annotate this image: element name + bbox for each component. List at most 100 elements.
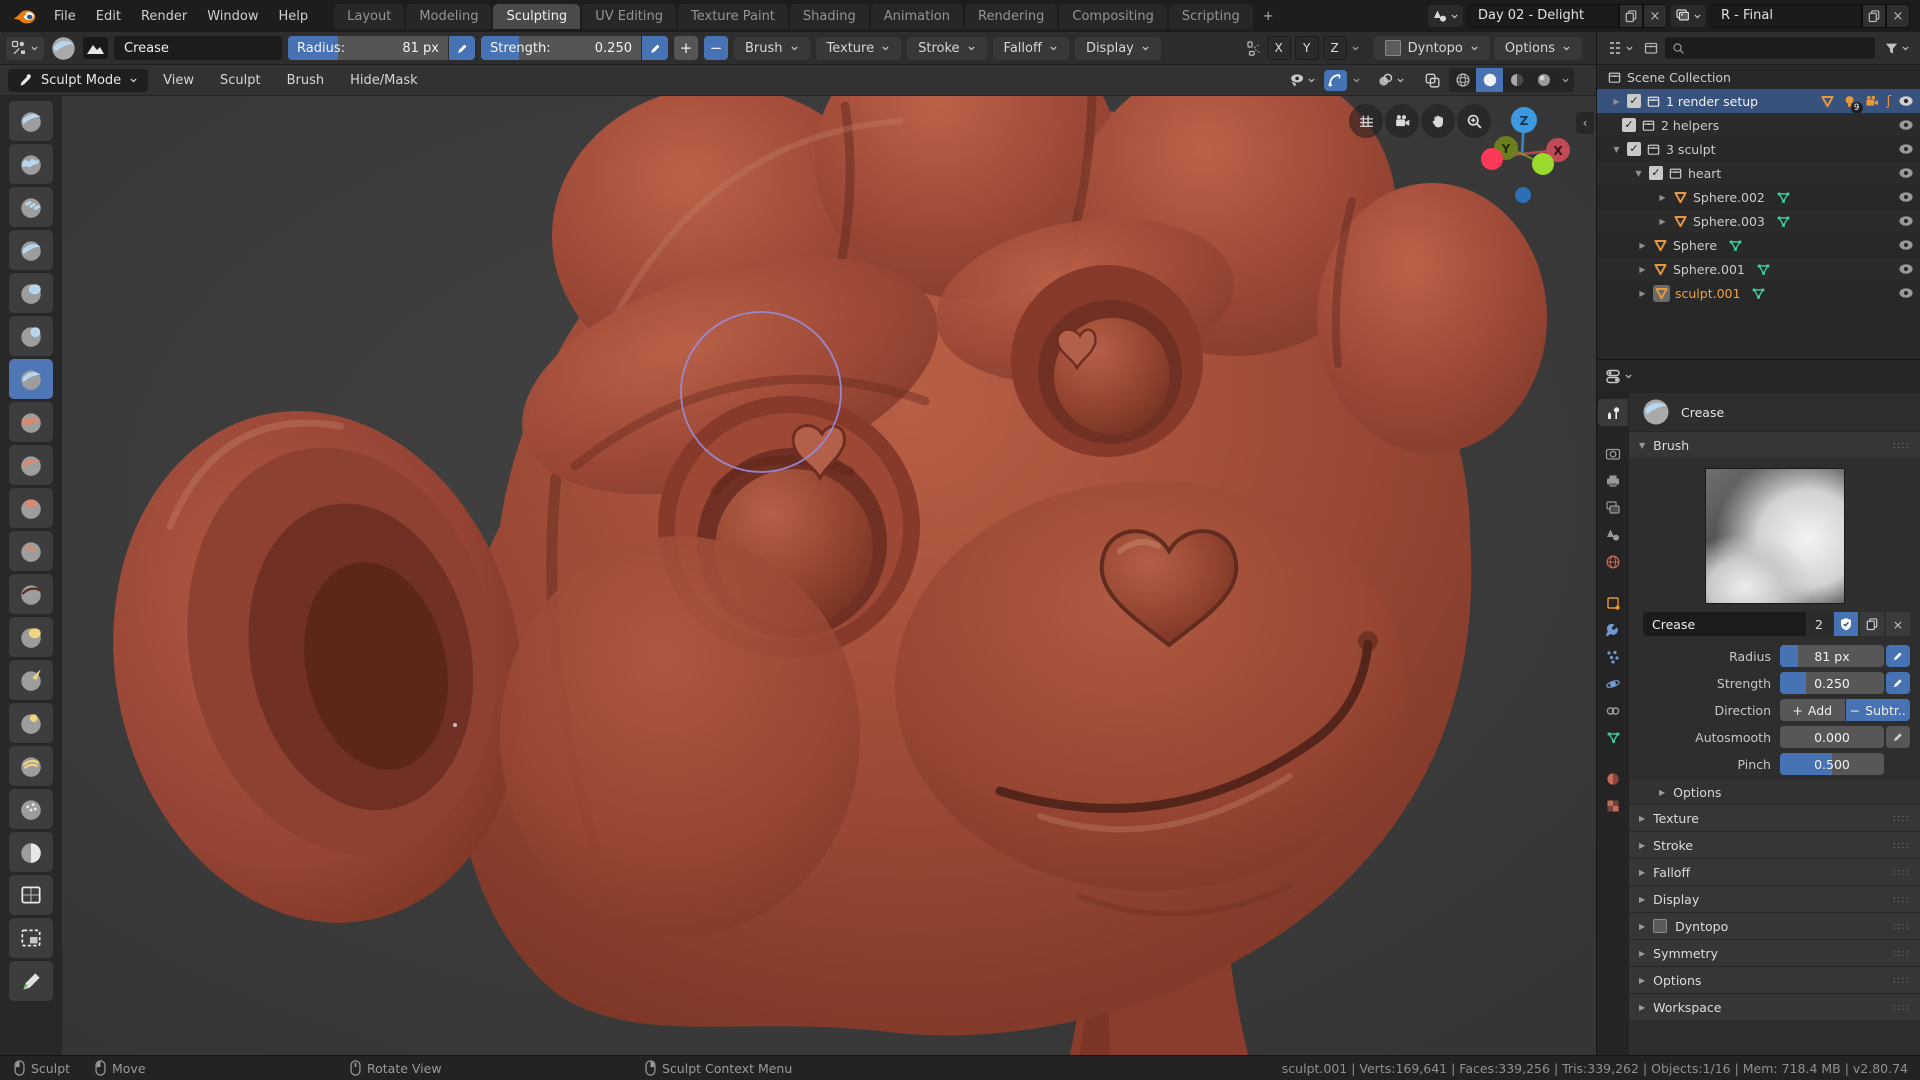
strength-pressure-toggle[interactable] [1886, 672, 1910, 694]
tab-rendering[interactable]: Rendering [965, 3, 1058, 29]
workspace-panel-header[interactable]: ▶ Workspace:::: [1629, 993, 1920, 1020]
eye-icon[interactable] [1898, 261, 1914, 277]
toolbar-brush-smooth[interactable] [9, 402, 53, 442]
menu-render[interactable]: Render [131, 6, 197, 27]
tab-modifiers[interactable] [1598, 616, 1628, 643]
panel-drag-handle[interactable]: :::: [1893, 975, 1910, 986]
eye-icon[interactable] [1898, 285, 1914, 301]
view-layer-selector-button[interactable] [1671, 5, 1706, 27]
expand-arrow-icon[interactable]: ▶ [1657, 217, 1668, 226]
symmetry-panel-header[interactable]: ▶ Symmetry:::: [1629, 939, 1920, 966]
brush-popover[interactable]: Brush [734, 36, 810, 60]
mirror-x-toggle[interactable]: X [1266, 36, 1291, 60]
options-panel-header[interactable]: ▶ Options:::: [1629, 966, 1920, 993]
tab-active-tool[interactable] [1598, 399, 1628, 426]
expand-arrow-icon[interactable]: ▶ [1657, 193, 1668, 202]
blender-logo-icon[interactable] [12, 5, 38, 27]
collapse-arrow-icon[interactable]: ▼ [1633, 169, 1644, 178]
brush-name-field[interactable]: Crease [1643, 612, 1806, 636]
expand-arrow-icon[interactable]: ▶ [1637, 241, 1648, 250]
toolbar-brush-simplify[interactable] [9, 789, 53, 829]
tab-scene[interactable] [1598, 521, 1628, 548]
tab-layout[interactable]: Layout [334, 3, 405, 29]
direction-subtract-button[interactable]: − Subtr.. [1845, 699, 1910, 721]
sidebar-collapse-button[interactable]: ‹ [1576, 112, 1594, 134]
radius-pressure-toggle[interactable] [449, 36, 475, 60]
tab-animation[interactable]: Animation [870, 3, 963, 29]
menu-file[interactable]: File [44, 6, 86, 27]
sculpt-canvas[interactable] [0, 96, 1596, 1055]
tab-physics[interactable] [1598, 670, 1628, 697]
toolbar-brush-flatten[interactable] [9, 445, 53, 485]
panel-drag-handle[interactable]: :::: [1893, 440, 1910, 451]
toolbar-brush-rotate[interactable] [9, 746, 53, 786]
collection-checkbox[interactable]: ✓ [1627, 94, 1641, 108]
menu-view[interactable]: View [152, 69, 205, 92]
scene-name-field[interactable]: Day 02 - Delight [1467, 4, 1619, 28]
tab-world[interactable] [1598, 548, 1628, 575]
chevron-down-icon[interactable] [1351, 44, 1360, 53]
brush-preview-thumbnail[interactable] [50, 35, 77, 62]
panel-drag-handle[interactable]: :::: [1893, 867, 1910, 878]
strength-pressure-toggle[interactable] [642, 36, 668, 60]
radius-slider[interactable]: Radius: 81 px [288, 36, 448, 60]
panel-drag-handle[interactable]: :::: [1893, 813, 1910, 824]
collapse-arrow-icon[interactable]: ▼ [1611, 145, 1622, 154]
tab-uv-editing[interactable]: UV Editing [582, 3, 677, 29]
toolbar-brush-grab[interactable] [9, 617, 53, 657]
outliner-row-helpers[interactable]: ✓ 2 helpers [1597, 113, 1920, 137]
menu-window[interactable]: Window [197, 6, 268, 27]
pan-view-button[interactable] [1421, 104, 1455, 138]
tab-modeling[interactable]: Modeling [406, 3, 492, 29]
unlink-brush-button[interactable]: × [1886, 612, 1910, 636]
outliner-row-heart[interactable]: ▼ ✓ heart [1597, 161, 1920, 185]
toolbar-brush-crease[interactable] [9, 359, 53, 399]
direction-add-button[interactable]: + Add [1780, 699, 1845, 721]
pinch-slider[interactable]: 0.500 [1780, 753, 1884, 775]
mirror-y-toggle[interactable]: Y [1294, 36, 1319, 60]
duplicate-brush-button[interactable] [1860, 612, 1884, 636]
toolbar-annotate[interactable] [9, 961, 53, 1001]
toolbar-brush-pinch[interactable] [9, 574, 53, 614]
filter-dropdown[interactable] [1881, 39, 1913, 58]
editor-type-selector[interactable] [1602, 366, 1636, 387]
toolbar-brush-snake-hook[interactable] [9, 660, 53, 700]
strength-slider[interactable]: Strength: 0.250 [481, 36, 641, 60]
add-workspace-button[interactable]: + [1255, 4, 1282, 29]
tab-shading[interactable]: Shading [789, 3, 869, 29]
menu-edit[interactable]: Edit [86, 6, 131, 27]
gizmo-toggle[interactable] [1324, 69, 1347, 91]
menu-sculpt[interactable]: Sculpt [209, 69, 272, 92]
tab-scripting[interactable]: Scripting [1168, 3, 1253, 29]
eye-icon[interactable] [1898, 141, 1914, 157]
toolbar-brush-blob[interactable] [9, 316, 53, 356]
options-subpanel-header[interactable]: ▶ Options [1629, 779, 1920, 804]
tab-constraints[interactable] [1598, 697, 1628, 724]
outliner-row-sphere002[interactable]: ▶ Sphere.002 [1597, 185, 1920, 209]
radius-slider[interactable]: 81 px [1780, 645, 1884, 667]
display-mode-icon[interactable] [1643, 40, 1659, 56]
panel-drag-handle[interactable]: :::: [1893, 921, 1910, 932]
expand-arrow-icon[interactable]: ▶ [1611, 97, 1622, 106]
xray-toggle[interactable] [1421, 70, 1444, 91]
shading-rendered-button[interactable] [1530, 68, 1557, 92]
outliner-row-render-setup[interactable]: ▶ ✓ 1 render setup 9 ʃ [1597, 89, 1920, 114]
toolbar-brush-box-hide[interactable] [9, 918, 53, 958]
active-tool-selector[interactable] [6, 36, 44, 60]
tab-output[interactable] [1598, 467, 1628, 494]
dyntopo-checkbox[interactable] [1384, 40, 1401, 56]
direction-subtract-button[interactable]: − [704, 36, 728, 60]
autosmooth-slider[interactable]: 0.000 [1780, 726, 1884, 748]
collection-checkbox[interactable]: ✓ [1649, 166, 1663, 180]
eye-icon[interactable] [1898, 93, 1914, 109]
scene-selector-button[interactable] [1428, 5, 1463, 27]
tab-sculpting[interactable]: Sculpting [493, 3, 581, 29]
tab-render[interactable] [1598, 440, 1628, 467]
expand-arrow-icon[interactable]: ▶ [1637, 289, 1648, 298]
panel-drag-handle[interactable]: :::: [1893, 894, 1910, 905]
panel-drag-handle[interactable]: :::: [1893, 840, 1910, 851]
toolbar-brush-clay[interactable] [9, 144, 53, 184]
outliner-row-sculpt001[interactable]: ▶ sculpt.001 [1597, 281, 1920, 305]
brush-name-field[interactable]: Crease [114, 36, 282, 60]
tab-object[interactable] [1598, 589, 1628, 616]
